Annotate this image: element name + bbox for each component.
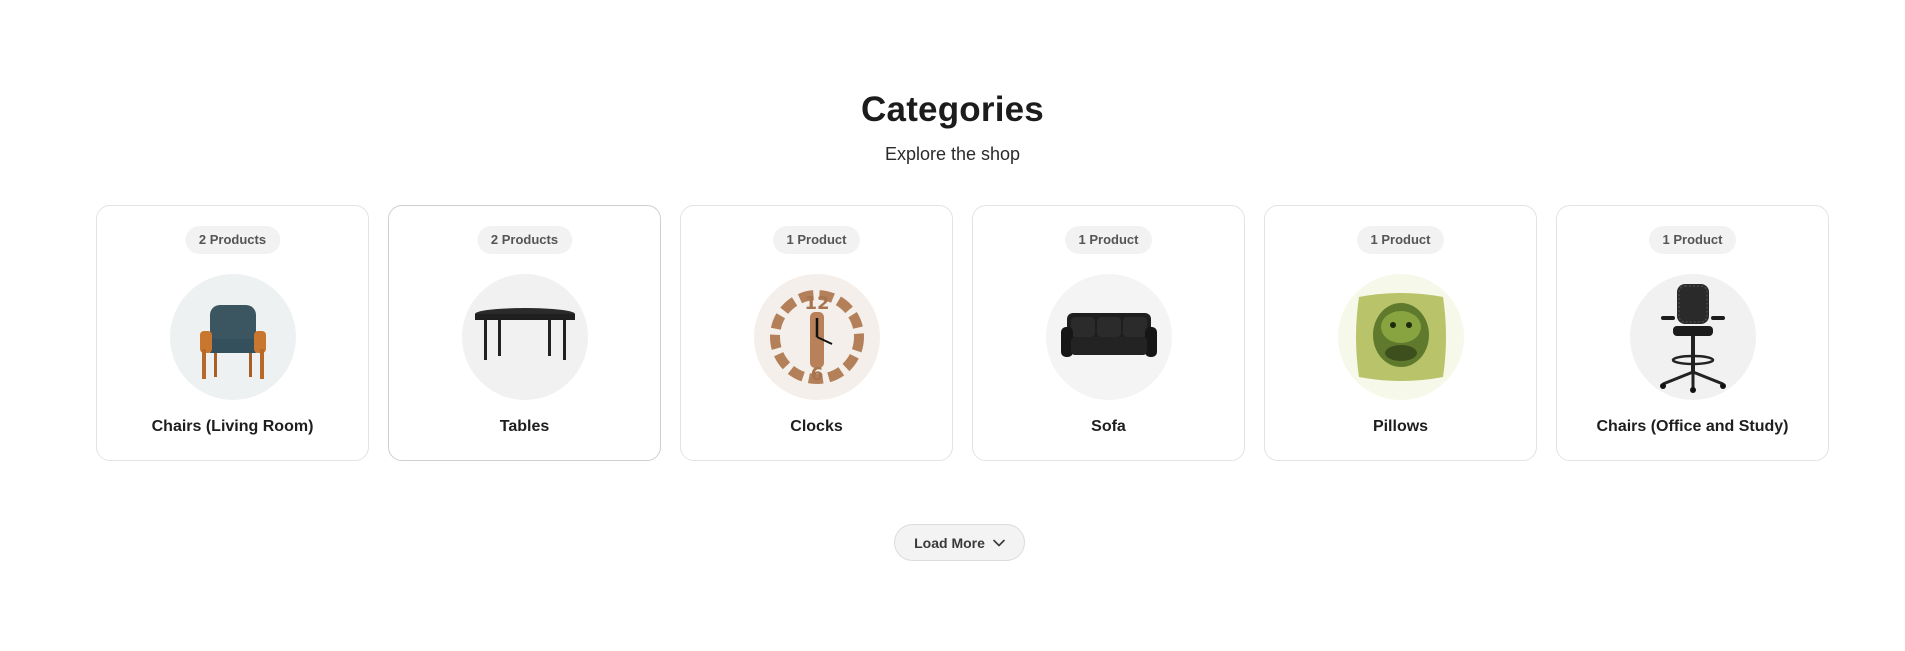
category-image <box>1629 274 1756 400</box>
category-card-sofa[interactable]: 1 Product Sofa <box>972 205 1245 461</box>
product-count-badge: 1 Product <box>772 226 861 254</box>
svg-text:6: 6 <box>810 364 823 385</box>
product-count-badge: 2 Products <box>476 226 573 254</box>
category-image <box>461 274 588 400</box>
product-count-badge: 1 Product <box>1356 226 1445 254</box>
category-card-chairs-office-study[interactable]: 1 Product Chairs (Office and Study) <box>1556 205 1829 461</box>
category-card-chairs-living-room[interactable]: 2 Products Chairs (Living Room) <box>96 205 369 461</box>
section-subtitle: Explore the shop <box>884 144 1021 164</box>
category-card-clocks[interactable]: 1 Product 12 6 Clocks <box>680 205 953 461</box>
category-name: Tables <box>499 418 550 435</box>
category-list: 2 Products Chairs (Living Room) 2 Produc… <box>96 205 1829 461</box>
load-more-button[interactable]: Load More <box>894 524 1025 561</box>
category-name: Clocks <box>790 418 843 435</box>
section-title: Categories <box>861 90 1044 129</box>
chevron-down-icon <box>993 539 1005 547</box>
category-image <box>1045 274 1172 400</box>
svg-text:12: 12 <box>804 293 829 314</box>
category-name: Pillows <box>1372 418 1429 435</box>
category-image <box>1337 274 1464 400</box>
table-icon <box>474 308 575 360</box>
product-count-badge: 1 Product <box>1064 226 1153 254</box>
category-name: Chairs (Office and Study) <box>1596 418 1789 435</box>
category-image: 12 6 <box>753 274 880 400</box>
armchair-icon <box>199 305 266 379</box>
product-count-badge: 1 Product <box>1648 226 1737 254</box>
product-count-badge: 2 Products <box>184 226 281 254</box>
category-image <box>169 274 296 400</box>
category-name: Chairs (Living Room) <box>151 418 314 435</box>
load-more-label: Load More <box>914 534 985 551</box>
category-card-pillows[interactable]: 1 Product Pillows <box>1264 205 1537 461</box>
category-name: Sofa <box>1091 418 1126 435</box>
office-chair-icon <box>1659 284 1726 393</box>
pillow-icon <box>1355 293 1446 381</box>
sofa-icon <box>1060 313 1157 357</box>
categories-section: Categories Explore the shop 2 Products C… <box>0 0 1905 651</box>
clock-icon: 12 6 <box>769 290 864 385</box>
category-card-tables[interactable]: 2 Products Tables <box>388 205 661 461</box>
